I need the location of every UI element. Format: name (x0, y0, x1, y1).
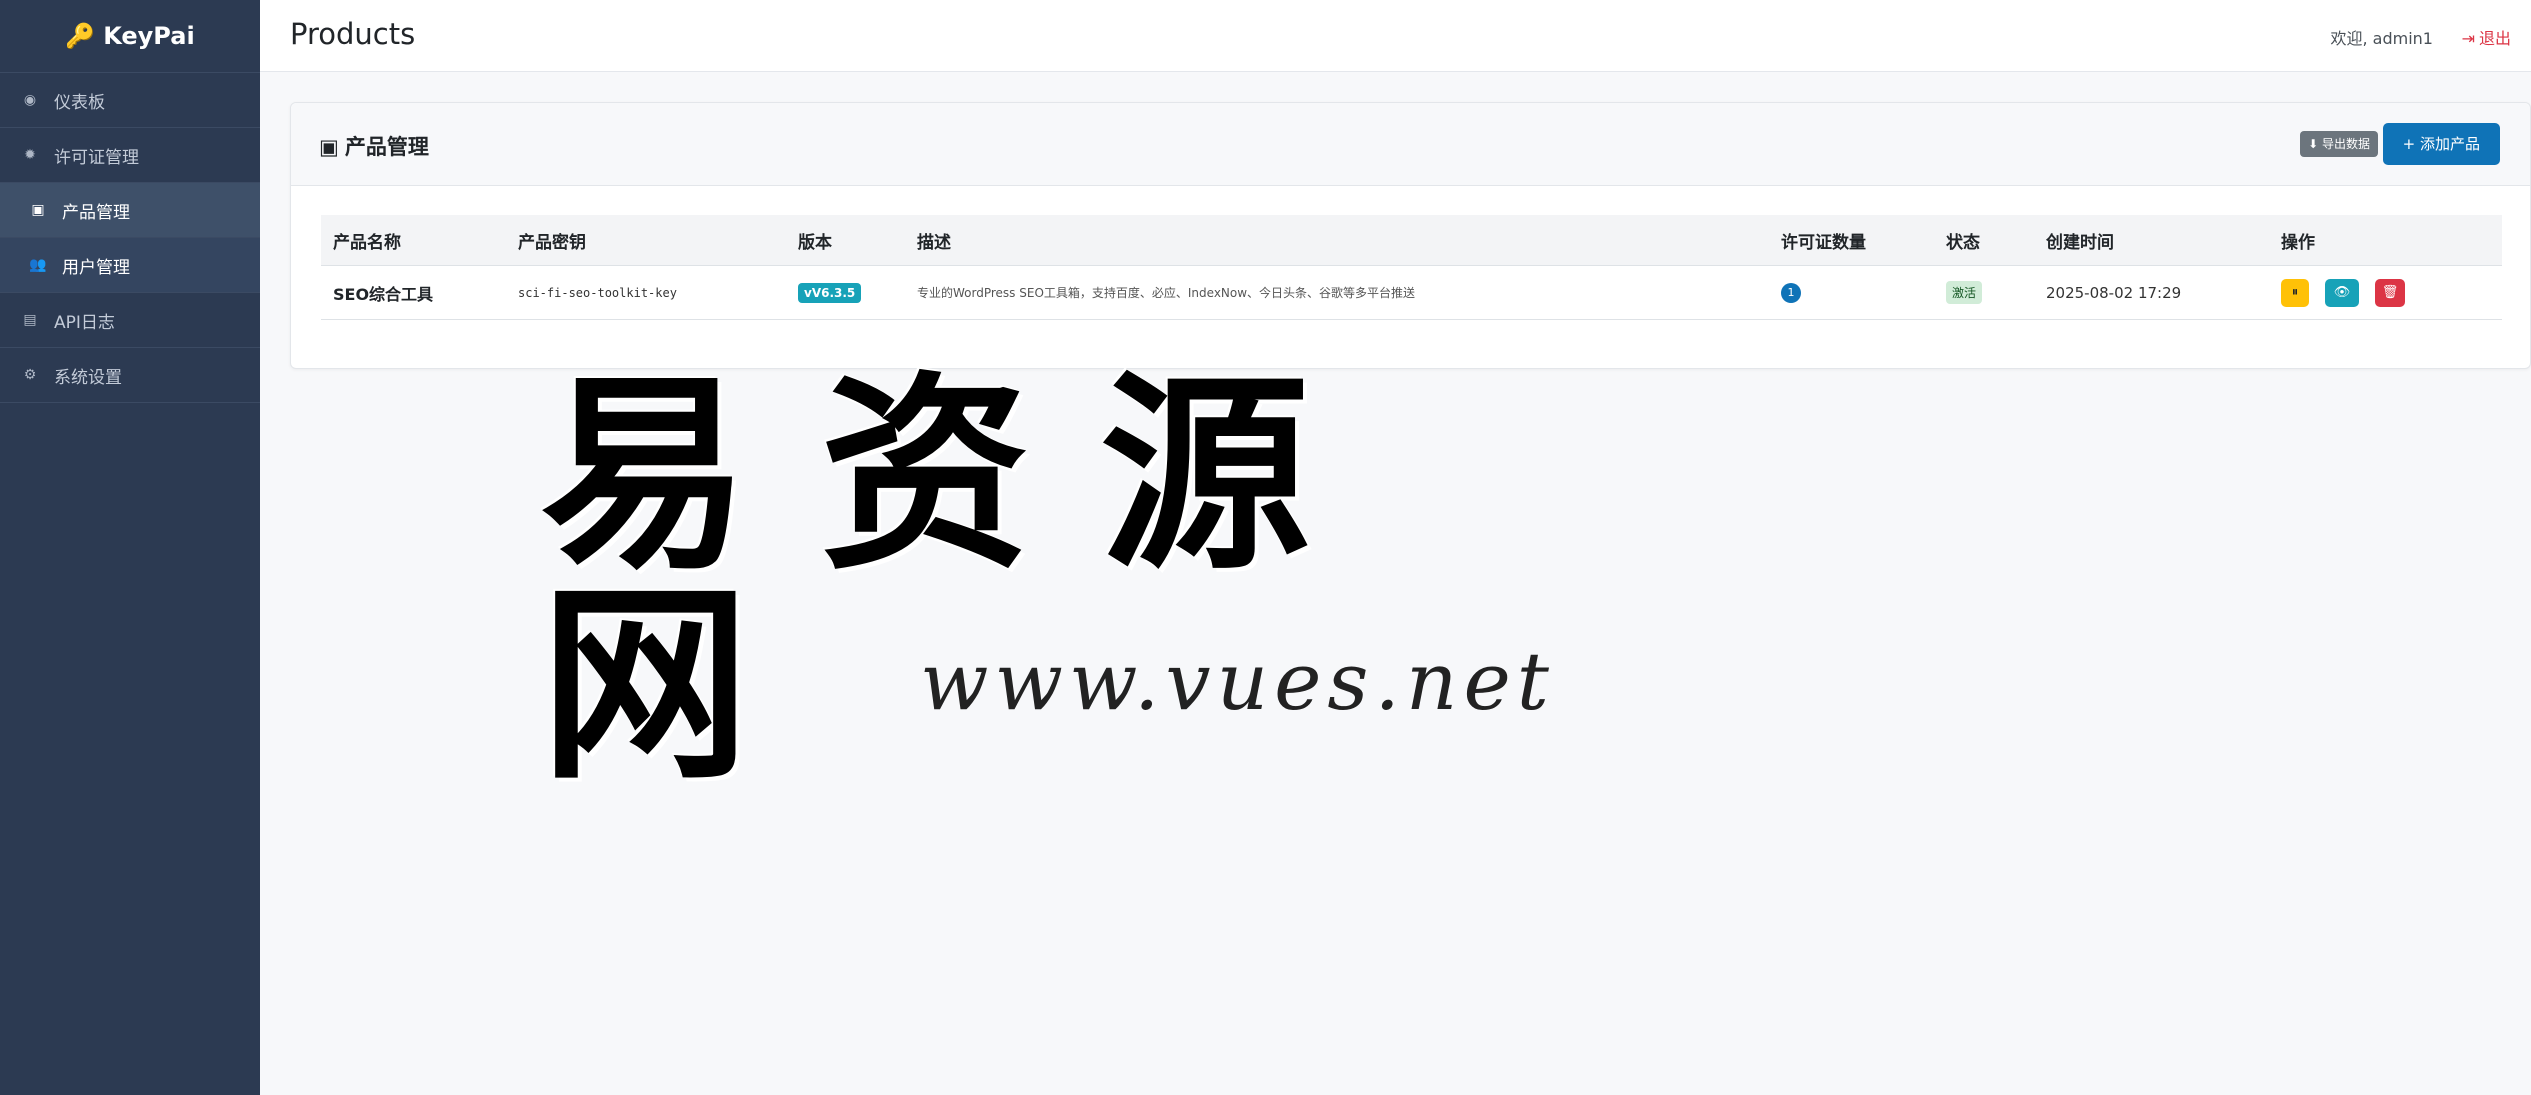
card-title-text: 产品管理 (344, 135, 429, 159)
delete-button[interactable]: 🗑 (2375, 278, 2405, 307)
product-name: SEO综合工具 (333, 284, 434, 304)
sidebar-item-dashboard[interactable]: ◉ 仪表板 (0, 73, 260, 128)
sidebar-item-label: 用户管理 (62, 257, 130, 278)
version-badge: vV6.3.5 (798, 282, 862, 303)
sidebar-item-label: 产品管理 (62, 202, 130, 223)
license-count-cell: 1 (1781, 266, 1801, 319)
sidebar-item-label: 许可证管理 (54, 147, 139, 168)
settings-icon: ⚙ (23, 367, 37, 383)
key-icon: 🔑 (65, 22, 96, 50)
add-product-button[interactable]: + 添加产品 (2382, 123, 2500, 165)
logout-link[interactable]: ⇥ 退出 (2462, 25, 2511, 49)
pause-button[interactable]: ⏸ (2281, 278, 2309, 307)
file-icon: ▤ (23, 312, 37, 328)
table-header: 产品名称 产品密钥 版本 描述 许可证数量 状态 创建时间 操作 (321, 215, 2502, 266)
download-icon: ⬇ (2308, 137, 2319, 151)
products-card: ▣ 产品管理 ⬇ 导出数据 + 添加产品 产品名称 产品密钥 版本 描述 许可证数… (290, 102, 2531, 369)
actions-cell: ⏸ 👁 🗑 (2281, 266, 2421, 319)
status-badge: 激活 (1946, 281, 1983, 304)
card-header: ▣ 产品管理 ⬇ 导出数据 + 添加产品 (291, 103, 2530, 186)
sidebar-item-label: 仪表板 (54, 92, 105, 113)
box-icon: ▣ (319, 135, 339, 159)
column-header: 产品名称 (333, 232, 401, 253)
view-button[interactable]: 👁 (2325, 278, 2359, 307)
brand-name: KeyPai (103, 22, 195, 50)
watermark-text: 易资源网 (540, 351, 1381, 808)
box-icon: ▣ (31, 202, 45, 218)
gear-icon: ✹ (24, 147, 36, 163)
column-header: 许可证数量 (1781, 232, 1866, 253)
card-title: ▣ 产品管理 (319, 131, 429, 161)
sidebar-item-settings[interactable]: ⚙ 系统设置 (0, 348, 260, 403)
sidebar-item-users[interactable]: 👥 用户管理 (0, 238, 260, 293)
product-key: sci-fi-seo-toolkit-key (518, 285, 677, 300)
users-icon: 👥 (29, 257, 47, 273)
sidebar-item-label: API日志 (54, 312, 115, 333)
products-table: 产品名称 产品密钥 版本 描述 许可证数量 状态 创建时间 操作 SEO综合工具… (321, 215, 2502, 320)
plus-icon: + (2402, 135, 2416, 153)
version-cell: vV6.3.5 (798, 266, 862, 319)
sidebar-item-label: 系统设置 (54, 367, 122, 388)
column-header: 操作 (2281, 232, 2315, 253)
watermark: 易资源网 www.vues.net (520, 370, 1640, 790)
sidebar: 🔑 KeyPai ◉ 仪表板 ✹ 许可证管理 ▣ 产品管理 👥 用户管理 ▤ A… (0, 0, 260, 1095)
table-row: SEO综合工具 sci-fi-seo-toolkit-key vV6.3.5 专… (321, 266, 2502, 320)
dashboard-icon: ◉ (23, 92, 37, 108)
trash-icon: 🗑 (2381, 285, 2399, 300)
add-label: 添加产品 (2419, 135, 2480, 153)
created-time: 2025-08-02 17:29 (2046, 283, 2182, 302)
column-header: 状态 (1946, 232, 1980, 253)
welcome-text: 欢迎, admin1 (2330, 29, 2434, 48)
column-header: 创建时间 (2046, 232, 2114, 253)
logout-label: 退出 (2478, 29, 2511, 48)
license-count-badge: 1 (1781, 282, 1801, 303)
page-title: Products (290, 17, 416, 51)
export-label: 导出数据 (2321, 137, 2370, 151)
sidebar-item-products[interactable]: ▣ 产品管理 (0, 183, 260, 238)
pause-icon: ⏸ (2291, 285, 2299, 300)
sidebar-item-api-logs[interactable]: ▤ API日志 (0, 293, 260, 348)
column-header: 版本 (798, 232, 832, 253)
status-cell: 激活 (1946, 266, 1983, 319)
column-header: 产品密钥 (518, 232, 586, 253)
column-header: 描述 (917, 232, 951, 253)
sign-out-icon: ⇥ (2461, 29, 2475, 48)
sidebar-item-license[interactable]: ✹ 许可证管理 (0, 128, 260, 183)
eye-icon: 👁 (2333, 285, 2351, 300)
brand[interactable]: 🔑 KeyPai (0, 0, 260, 73)
export-button[interactable]: ⬇ 导出数据 (2300, 131, 2378, 157)
product-description: 专业的WordPress SEO工具箱，支持百度、必应、IndexNow、今日头… (917, 286, 1416, 300)
watermark-url: www.vues.net (920, 635, 1555, 728)
topbar: Products 欢迎, admin1 ⇥ 退出 (260, 0, 2531, 72)
